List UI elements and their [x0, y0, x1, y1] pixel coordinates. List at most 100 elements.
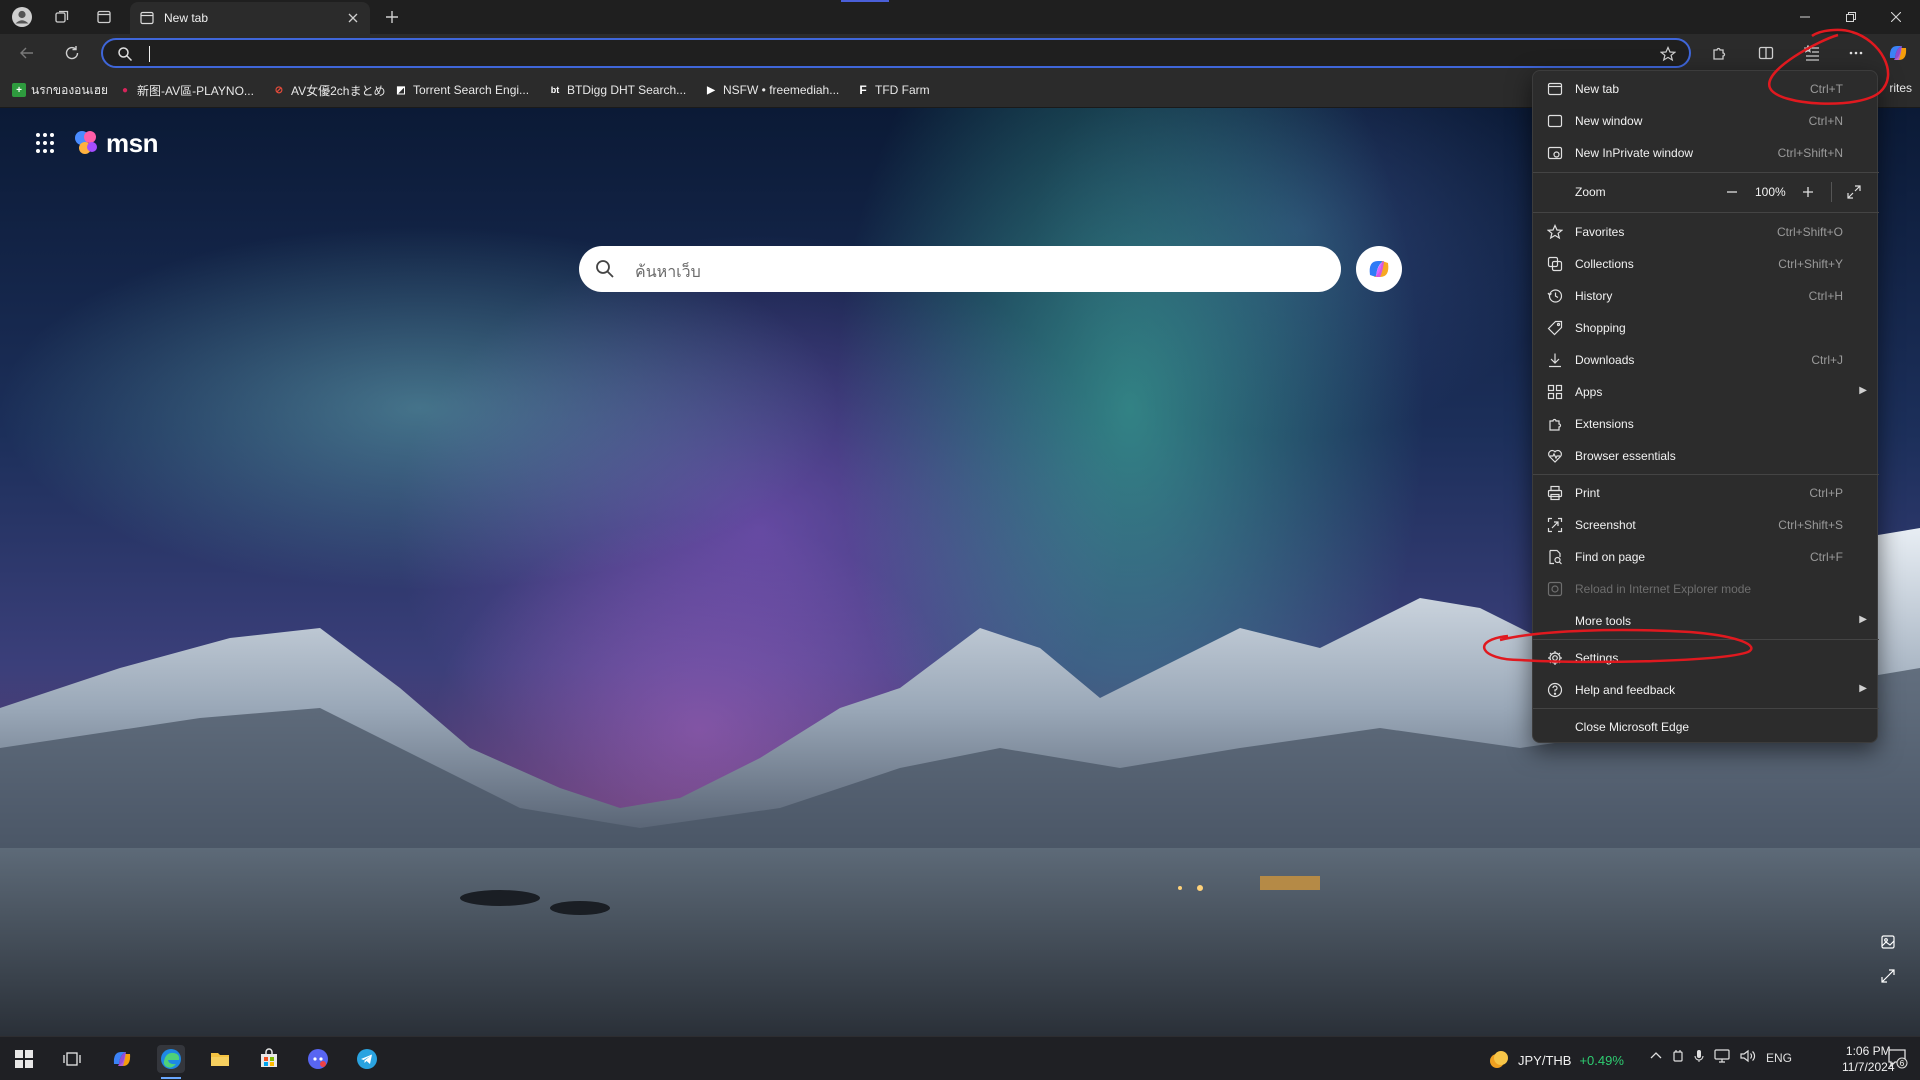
menu-item-shortcut: Ctrl+Shift+O	[1776, 225, 1843, 239]
close-window-icon[interactable]	[1876, 4, 1916, 30]
minimize-icon[interactable]	[1785, 4, 1825, 30]
restore-icon[interactable]	[1831, 4, 1871, 30]
menu-item-browser-essentials[interactable]: Browser essentials	[1533, 440, 1879, 472]
expand-image-icon[interactable]	[1880, 968, 1900, 988]
menu-item-shopping[interactable]: Shopping	[1533, 312, 1879, 344]
menu-item-new-inprivate-window[interactable]: New InPrivate window Ctrl+Shift+N	[1533, 137, 1879, 169]
submenu-chevron-right-icon: ▶	[1859, 614, 1867, 625]
menu-item-shortcut: Ctrl+P	[1809, 486, 1843, 500]
copilot-icon	[1369, 261, 1389, 277]
menu-item-label: Reload in Internet Explorer mode	[1575, 582, 1752, 596]
edge-taskbar-icon[interactable]	[157, 1045, 185, 1079]
bookmark-favicon-icon: ⊘	[274, 84, 284, 96]
vertical-tabs-icon[interactable]	[92, 5, 116, 29]
menu-item-settings[interactable]: Settings	[1533, 642, 1879, 674]
microsoft-store-icon[interactable]	[255, 1045, 283, 1073]
bookmark-item[interactable]: ▶ NSFW • freemediah...	[704, 81, 839, 99]
address-bar[interactable]	[101, 38, 1691, 68]
extensions-puzzle-icon[interactable]	[1707, 41, 1731, 65]
menu-item-downloads[interactable]: Downloads Ctrl+J	[1533, 344, 1879, 376]
msn-logo[interactable]: msn	[72, 128, 158, 159]
other-favorites-label[interactable]: rites	[1889, 81, 1912, 95]
gear-icon	[1548, 651, 1562, 665]
fullscreen-icon[interactable]	[1845, 183, 1863, 201]
tab-new-tab[interactable]: New tab	[130, 2, 370, 34]
profile-avatar-icon[interactable]	[10, 5, 34, 29]
bookmark-favicon-icon: ◩	[396, 84, 406, 96]
menu-item-new-tab[interactable]: New tab Ctrl+T	[1533, 73, 1879, 105]
menu-item-print[interactable]: Print Ctrl+P	[1533, 477, 1879, 509]
chevron-up-icon[interactable]	[1650, 1050, 1662, 1065]
split-screen-icon[interactable]	[1754, 41, 1778, 65]
bookmark-item[interactable]: ⊘ AV女優2chまとめ	[272, 81, 386, 99]
app-launcher-grid-icon[interactable]	[36, 132, 58, 155]
menu-item-label: Close Microsoft Edge	[1575, 720, 1690, 734]
menu-item-extensions[interactable]: Extensions	[1533, 408, 1879, 440]
menu-item-help-and-feedback[interactable]: Help and feedback ▶	[1533, 674, 1879, 706]
search-icon	[118, 47, 133, 62]
zoom-divider	[1831, 182, 1832, 202]
task-view-icon[interactable]	[58, 1045, 86, 1073]
find-icon	[1549, 549, 1562, 565]
volume-icon[interactable]	[1740, 1049, 1756, 1066]
microphone-icon[interactable]	[1694, 1049, 1704, 1066]
workspaces-icon[interactable]	[50, 5, 74, 29]
menu-item-collections[interactable]: Collections Ctrl+Shift+Y	[1533, 248, 1879, 280]
menu-item-close-edge[interactable]: Close Microsoft Edge	[1533, 711, 1879, 743]
bookmark-item[interactable]: + นรกของอนเฮย	[12, 81, 108, 99]
menu-item-more-tools[interactable]: More tools ▶	[1533, 605, 1879, 637]
windows-start-icon[interactable]	[10, 1045, 38, 1073]
notification-count: 6	[1900, 1059, 1905, 1068]
submenu-chevron-right-icon: ▶	[1859, 385, 1867, 396]
input-language[interactable]: ENG	[1766, 1051, 1792, 1065]
close-tab-icon[interactable]	[344, 9, 362, 27]
stock-ticker-widget[interactable]: JPY/THB +0.49%	[1488, 1049, 1624, 1071]
bookmark-favicon-icon: ▶	[707, 84, 715, 96]
bookmark-label: นรกของอนเฮย	[31, 82, 109, 97]
settings-and-more-icon[interactable]	[1844, 41, 1868, 65]
copilot-button[interactable]	[1356, 246, 1402, 292]
copilot-sidebar-icon[interactable]	[1886, 41, 1910, 65]
favorites-list-icon[interactable]	[1800, 41, 1824, 65]
menu-item-label: New tab	[1575, 82, 1620, 96]
battery-plug-icon[interactable]	[1672, 1049, 1684, 1066]
menu-item-screenshot[interactable]: Screenshot Ctrl+Shift+S	[1533, 509, 1879, 541]
screenshot-icon	[1547, 517, 1563, 533]
windows-taskbar: JPY/THB +0.49% ENG 1:06 PM 11/7/2024 6	[0, 1036, 1920, 1080]
menu-item-new-window[interactable]: New window Ctrl+N	[1533, 105, 1879, 137]
printer-icon	[1547, 485, 1563, 501]
bookmark-item[interactable]: bt BTDigg DHT Search...	[548, 81, 686, 99]
menu-item-shortcut: Ctrl+N	[1808, 114, 1843, 128]
bookmark-item[interactable]: ◩ Torrent Search Engi...	[394, 81, 529, 99]
bookmark-label: Torrent Search Engi...	[413, 83, 530, 97]
network-icon[interactable]	[1714, 1049, 1730, 1066]
copilot-taskbar-icon[interactable]	[108, 1045, 136, 1073]
bookmark-favicon-icon: +	[12, 83, 26, 97]
zoom-in-plus-icon[interactable]	[1799, 183, 1817, 201]
menu-item-apps[interactable]: Apps ▶	[1533, 376, 1879, 408]
menu-item-favorites[interactable]: Favorites Ctrl+Shift+O	[1533, 216, 1879, 248]
zoom-out-minus-icon[interactable]	[1723, 183, 1741, 201]
system-tray: ENG	[1650, 1049, 1792, 1066]
notification-center-icon[interactable]: 6	[1886, 1047, 1910, 1071]
menu-item-history[interactable]: History Ctrl+H	[1533, 280, 1879, 312]
discord-icon[interactable]	[304, 1045, 332, 1073]
bookmark-item[interactable]: F TFD Farm	[856, 81, 929, 99]
refresh-icon[interactable]	[60, 41, 84, 65]
menu-item-zoom: Zoom 100%	[1533, 176, 1879, 208]
back-arrow-icon[interactable]	[15, 41, 39, 65]
menu-item-shortcut: Ctrl+F	[1810, 550, 1843, 564]
drag-region-indicator	[841, 0, 889, 2]
telegram-icon[interactable]	[353, 1045, 381, 1073]
bookmark-item[interactable]: ● 新图-AV區-PLAYNO...	[118, 81, 254, 99]
file-explorer-icon[interactable]	[206, 1045, 234, 1073]
new-tab-plus-icon[interactable]	[380, 5, 404, 29]
menu-item-shortcut: Ctrl+H	[1808, 289, 1843, 303]
ie-icon	[1547, 581, 1563, 597]
web-search-box[interactable]: ค้นหาเว็บ	[579, 246, 1341, 292]
add-favorite-star-icon[interactable]	[1659, 45, 1677, 63]
menu-item-find-on-page[interactable]: Find on page Ctrl+F	[1533, 541, 1879, 573]
menu-item-label: Downloads	[1575, 353, 1635, 367]
bookmark-favicon-icon: bt	[550, 85, 560, 95]
image-info-icon[interactable]	[1880, 934, 1900, 954]
